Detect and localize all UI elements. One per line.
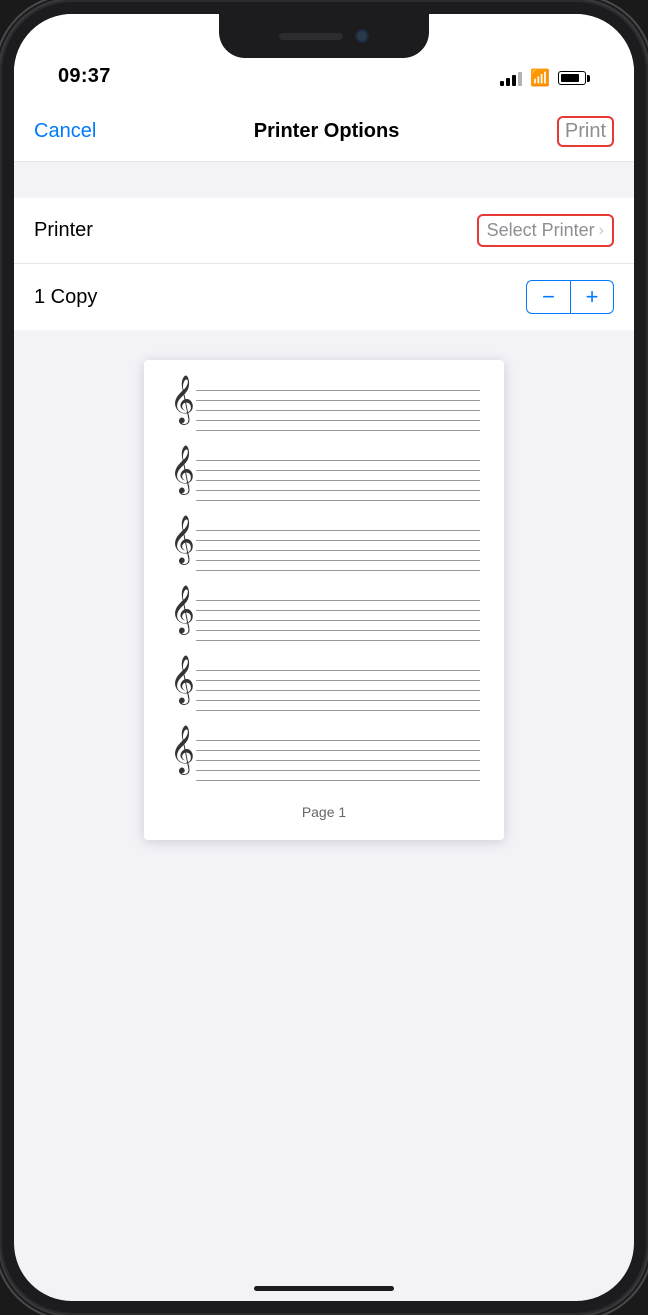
sheet-preview: 𝄞 𝄞 <box>144 360 504 840</box>
status-time: 09:37 <box>58 65 111 88</box>
form-section: Printer Select Printer › 1 Copy − + <box>14 198 634 330</box>
staff-1: 𝄞 <box>168 384 480 434</box>
select-printer-text: Select Printer <box>487 220 595 241</box>
cancel-button[interactable]: Cancel <box>34 120 96 143</box>
staff-4: 𝄞 <box>168 594 480 644</box>
speaker <box>279 33 343 40</box>
chevron-right-icon: › <box>599 222 604 240</box>
treble-clef-3: 𝄞 <box>170 518 195 560</box>
page-title: Printer Options <box>254 120 400 143</box>
printer-row: Printer Select Printer › <box>14 198 634 264</box>
copy-label: 1 Copy <box>34 286 97 309</box>
status-bar: 09:37 📶 <box>14 14 634 102</box>
select-printer-button[interactable]: Select Printer › <box>477 214 614 247</box>
treble-clef-5: 𝄞 <box>170 658 195 700</box>
staff-5: 𝄞 <box>168 664 480 714</box>
home-indicator <box>254 1286 394 1291</box>
treble-clef-1: 𝄞 <box>170 378 195 420</box>
phone-frame: 09:37 📶 Cancel Printer <box>0 0 648 1315</box>
page-label: Page 1 <box>168 804 480 820</box>
increase-copy-button[interactable]: + <box>570 280 614 314</box>
treble-clef-4: 𝄞 <box>170 588 195 630</box>
print-button-wrapper[interactable]: Print <box>557 116 614 147</box>
decrease-copy-button[interactable]: − <box>526 280 570 314</box>
notch <box>219 14 429 58</box>
separator-top <box>14 162 634 198</box>
copy-row: 1 Copy − + <box>14 264 634 330</box>
camera <box>355 29 369 43</box>
staff-3: 𝄞 <box>168 524 480 574</box>
content-area: 𝄞 𝄞 <box>14 330 634 870</box>
battery-icon <box>558 71 590 85</box>
signal-icon <box>500 70 522 86</box>
wifi-icon: 📶 <box>530 68 550 88</box>
treble-clef-2: 𝄞 <box>170 448 195 490</box>
staff-2: 𝄞 <box>168 454 480 504</box>
copy-controls: − + <box>526 280 614 314</box>
staff-6: 𝄞 <box>168 734 480 784</box>
status-icons: 📶 <box>500 68 590 88</box>
print-button[interactable]: Print <box>565 120 606 142</box>
treble-clef-6: 𝄞 <box>170 728 195 770</box>
nav-bar: Cancel Printer Options Print <box>14 102 634 162</box>
printer-label: Printer <box>34 219 93 242</box>
phone-screen: 09:37 📶 Cancel Printer <box>14 14 634 1301</box>
